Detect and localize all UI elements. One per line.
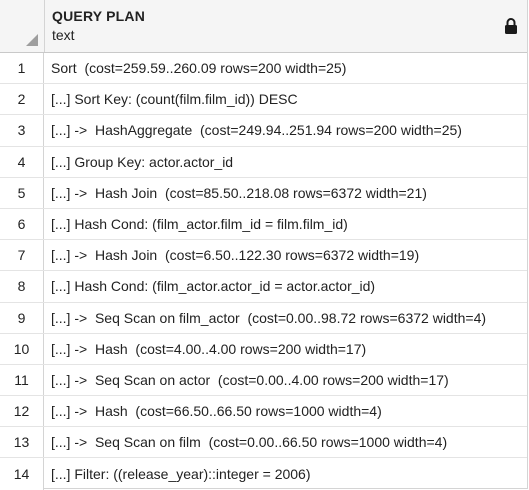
query-plan-cell[interactable]: [...] -> HashAggregate (cost=249.94..251… [44, 115, 527, 145]
row-number[interactable]: 11 [0, 364, 44, 396]
query-plan-cell[interactable]: [...] Hash Cond: (film_actor.film_id = f… [44, 209, 527, 239]
row-number[interactable]: 9 [0, 302, 44, 333]
select-all-icon [26, 34, 38, 46]
table-row[interactable]: 1 Sort (cost=259.59..260.09 rows=200 wid… [0, 53, 527, 85]
row-number[interactable]: 13 [0, 427, 44, 458]
table-row[interactable]: 14 [...] Filter: ((release_year)::intege… [0, 458, 527, 490]
row-number[interactable]: 4 [0, 146, 44, 177]
query-plan-cell[interactable]: [...] Filter: ((release_year)::integer =… [44, 458, 527, 489]
row-number[interactable]: 14 [0, 458, 44, 490]
table-row[interactable]: 8 [...] Hash Cond: (film_actor.actor_id … [0, 271, 527, 303]
query-result-grid: QUERY PLAN text 1 Sort (cost=259.59..260… [0, 0, 528, 490]
table-row[interactable]: 7 [...] -> Hash Join (cost=6.50..122.30 … [0, 240, 527, 272]
column-header-query-plan[interactable]: QUERY PLAN text [45, 0, 527, 52]
column-name: QUERY PLAN [52, 8, 146, 24]
table-row[interactable]: 3 [...] -> HashAggregate (cost=249.94..2… [0, 115, 527, 147]
row-number[interactable]: 8 [0, 271, 44, 302]
table-row[interactable]: 13 [...] -> Seq Scan on film (cost=0.00.… [0, 427, 527, 459]
query-plan-cell[interactable]: [...] Hash Cond: (film_actor.actor_id = … [44, 271, 527, 301]
row-number[interactable]: 7 [0, 240, 44, 271]
query-plan-cell[interactable]: Sort (cost=259.59..260.09 rows=200 width… [44, 53, 527, 83]
table-row[interactable]: 4 [...] Group Key: actor.actor_id [0, 146, 527, 178]
row-number[interactable]: 3 [0, 115, 44, 146]
table-row[interactable]: 5 [...] -> Hash Join (cost=85.50..218.08… [0, 177, 527, 209]
query-plan-cell[interactable]: [...] -> Seq Scan on actor (cost=0.00..4… [44, 365, 527, 395]
query-plan-cell[interactable]: [...] -> Seq Scan on film_actor (cost=0.… [44, 303, 527, 333]
query-plan-cell[interactable]: [...] -> Hash Join (cost=6.50..122.30 ro… [44, 240, 527, 270]
row-number[interactable]: 12 [0, 396, 44, 427]
table-row[interactable]: 6 [...] Hash Cond: (film_actor.film_id =… [0, 208, 527, 241]
grid-header: QUERY PLAN text [0, 0, 527, 53]
lock-icon [505, 18, 517, 34]
row-number[interactable]: 5 [0, 177, 44, 208]
query-plan-cell[interactable]: [...] -> Hash (cost=66.50..66.50 rows=10… [44, 396, 527, 426]
query-plan-cell[interactable]: [...] -> Hash Join (cost=85.50..218.08 r… [44, 178, 527, 208]
table-row[interactable]: 9 [...] -> Seq Scan on film_actor (cost=… [0, 302, 527, 334]
table-row[interactable]: 2 [...] Sort Key: (count(film.film_id)) … [0, 84, 527, 116]
query-plan-cell[interactable]: [...] Sort Key: (count(film.film_id)) DE… [44, 84, 527, 114]
row-number[interactable]: 10 [0, 333, 44, 364]
table-row[interactable]: 12 [...] -> Hash (cost=66.50..66.50 rows… [0, 396, 527, 428]
row-number[interactable]: 2 [0, 84, 44, 115]
table-row[interactable]: 11 [...] -> Seq Scan on actor (cost=0.00… [0, 364, 527, 397]
query-plan-cell[interactable]: [...] Group Key: actor.actor_id [44, 147, 527, 177]
select-all-corner[interactable] [0, 0, 45, 52]
query-plan-cell[interactable]: [...] -> Hash (cost=4.00..4.00 rows=200 … [44, 334, 527, 364]
table-row[interactable]: 10 [...] -> Hash (cost=4.00..4.00 rows=2… [0, 333, 527, 365]
column-type: text [52, 27, 75, 43]
query-plan-cell[interactable]: [...] -> Seq Scan on film (cost=0.00..66… [44, 427, 527, 457]
row-number[interactable]: 1 [0, 53, 44, 84]
row-number[interactable]: 6 [0, 208, 44, 240]
